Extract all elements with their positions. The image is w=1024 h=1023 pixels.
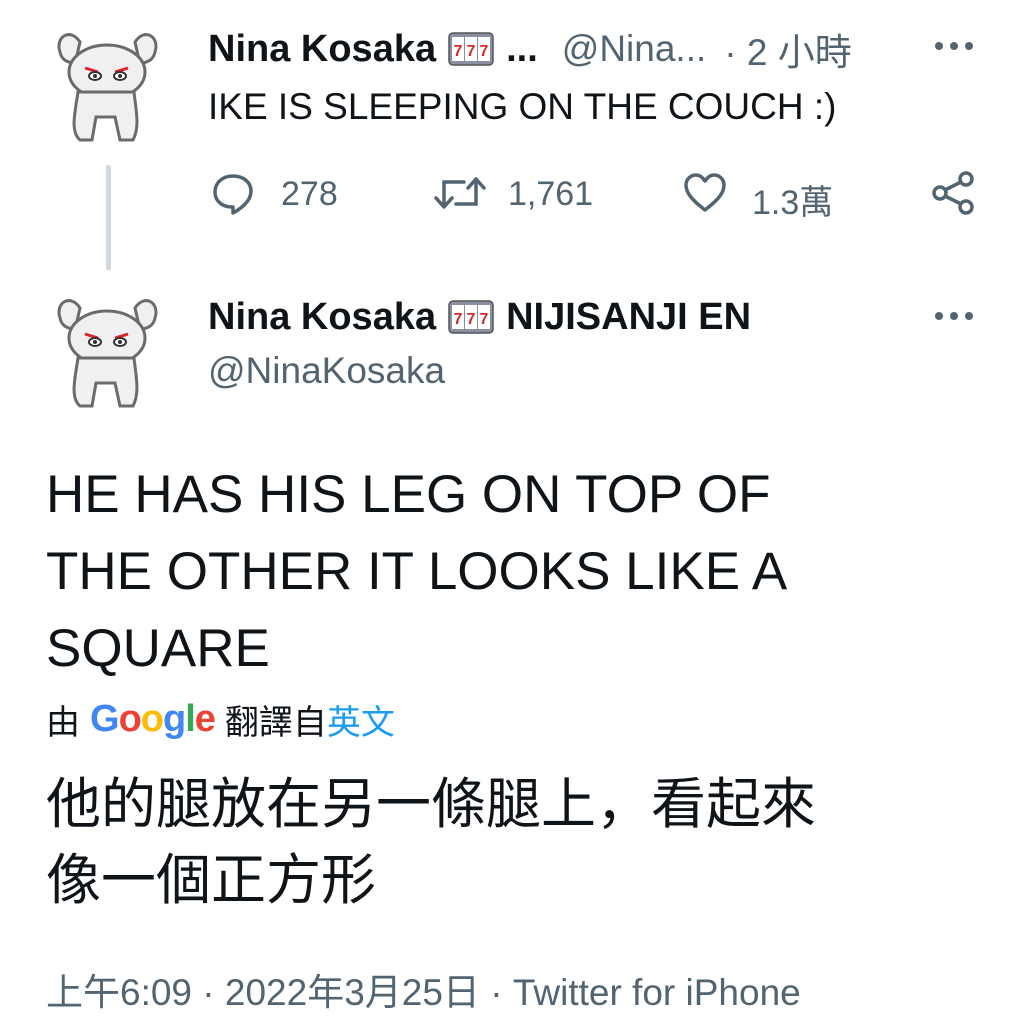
like-count: 1.3萬: [752, 184, 834, 222]
tweet-line: THE OTHER IT LOOKS LIKE A: [46, 542, 788, 601]
name-suffix[interactable]: NIJISANJI EN: [506, 296, 751, 339]
svg-text:7: 7: [467, 43, 476, 60]
share-icon[interactable]: [930, 170, 976, 216]
svg-text:7: 7: [480, 43, 489, 60]
main-header: Nina Kosaka 7 7 7 NIJISANJI EN: [208, 294, 751, 340]
avatar[interactable]: [40, 288, 170, 418]
handle[interactable]: @Nina...: [562, 28, 707, 70]
like-heart-icon[interactable]: [682, 170, 728, 216]
reply-text: IKE IS SLEEPING ON THE COUCH :): [208, 86, 837, 127]
translation-language-link[interactable]: 英文: [327, 695, 395, 744]
display-name[interactable]: Nina Kosaka: [208, 296, 436, 339]
translated-line: 像一個正方形: [46, 849, 377, 911]
translated-line: 他的腿放在另一條腿上，看起來: [46, 773, 817, 835]
translation-mid: 翻譯自: [224, 703, 327, 742]
svg-text:7: 7: [454, 311, 463, 328]
more-horizontal-icon[interactable]: [933, 36, 975, 56]
translated-text: 他的腿放在另一條腿上，看起來 像一個正方形: [46, 766, 816, 918]
thread-line: [106, 165, 111, 270]
tweet-meta[interactable]: 上午6:09 · 2022年3月25日 · Twitter for iPhone: [46, 962, 801, 1016]
tweet-line: SQUARE: [46, 619, 270, 678]
tweet-text: HE HAS HIS LEG ON TOP OF THE OTHER IT LO…: [46, 456, 787, 687]
avatar[interactable]: [40, 22, 170, 152]
timestamp[interactable]: · 2 小時: [724, 22, 851, 76]
display-name[interactable]: Nina Kosaka: [208, 28, 436, 71]
name-ellipsis: ...: [506, 27, 538, 70]
reply-icon[interactable]: [210, 170, 256, 216]
reply-header: Nina Kosaka 7 7 7 ... @Nina... · 2 小時: [208, 26, 852, 74]
translation-prefix: 由: [46, 703, 80, 742]
google-logo: Google: [90, 697, 216, 740]
more-horizontal-icon[interactable]: [933, 306, 975, 326]
handle[interactable]: @NinaKosaka: [208, 350, 445, 392]
svg-text:7: 7: [480, 311, 489, 328]
retweet-icon[interactable]: [432, 170, 488, 216]
svg-text:7: 7: [467, 311, 476, 328]
slot-machine-777-icon: 7 7 7: [448, 300, 494, 334]
slot-machine-777-icon: 7 7 7: [448, 32, 494, 66]
svg-text:7: 7: [454, 43, 463, 60]
reply-count: 278: [281, 175, 338, 213]
tweet-line: HE HAS HIS LEG ON TOP OF: [46, 465, 771, 524]
retweet-count: 1,761: [508, 175, 594, 213]
translation-attribution: 由 Google 翻譯自 英文: [46, 694, 395, 744]
